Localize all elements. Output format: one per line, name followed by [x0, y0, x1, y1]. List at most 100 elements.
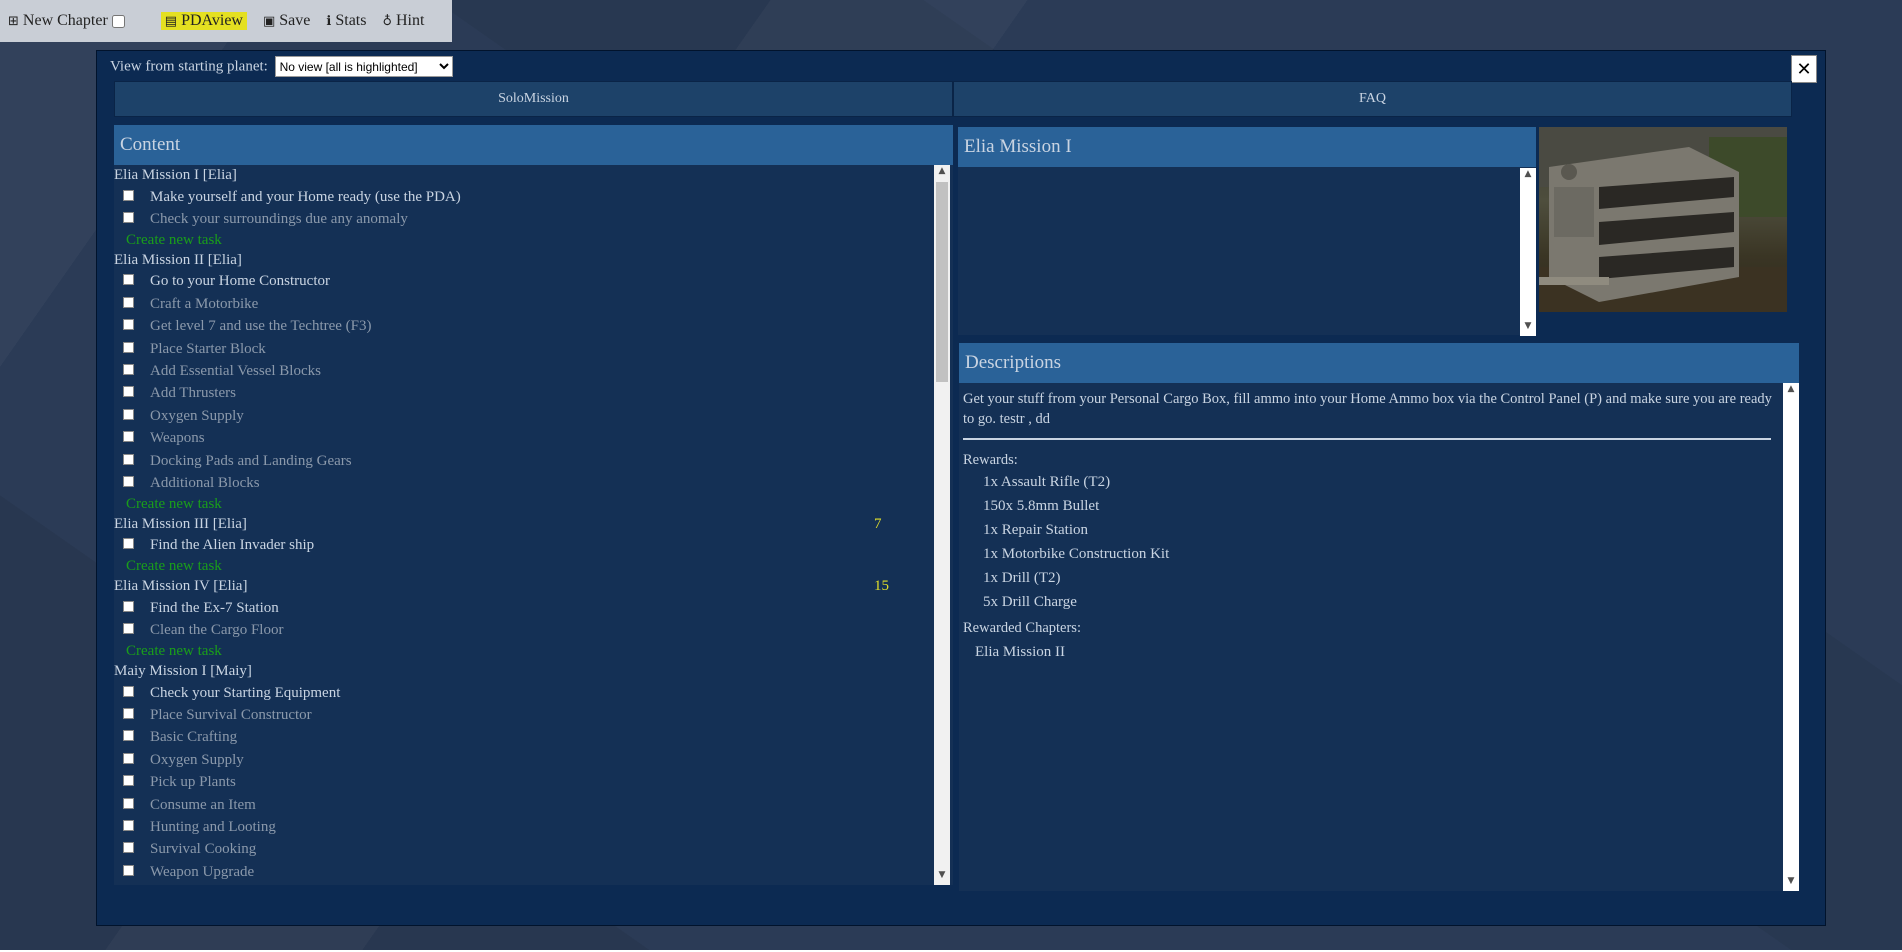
task-checkbox[interactable] — [123, 453, 134, 465]
task-item[interactable]: Add Essential Vessel Blocks — [114, 360, 934, 382]
create-new-task-link[interactable]: Create new task — [114, 231, 934, 250]
task-checkbox[interactable] — [123, 775, 134, 787]
descriptions-scrollbar[interactable]: ▲ ▼ — [1783, 383, 1799, 891]
scroll-up-icon[interactable]: ▲ — [1783, 384, 1799, 398]
task-checkbox[interactable] — [123, 341, 134, 353]
chapter-count — [874, 250, 934, 271]
task-item[interactable]: Add Thrusters — [114, 383, 934, 405]
create-new-task-link[interactable]: Create new task — [114, 495, 934, 514]
view-select[interactable]: No view [all is highlighted] — [274, 56, 453, 77]
save-button[interactable]: ▣ Save — [263, 12, 310, 30]
task-label: Place Survival Constructor — [150, 706, 312, 723]
scroll-thumb[interactable] — [936, 182, 948, 382]
task-label: Check your surroundings due any anomaly — [150, 211, 408, 228]
task-item[interactable]: Check your Starting Equipment — [114, 682, 934, 704]
task-item[interactable]: Hunting and Looting — [114, 816, 934, 838]
pdaview-button[interactable]: ▤ PDAview — [160, 12, 247, 30]
task-item[interactable]: Place Starter Block — [114, 338, 934, 360]
create-new-task-link[interactable]: Create new task — [114, 557, 934, 576]
task-item[interactable]: Oxygen Supply — [114, 749, 934, 771]
task-label: Find the Alien Invader ship — [150, 537, 315, 554]
task-checkbox[interactable] — [123, 386, 134, 398]
scroll-up-icon[interactable]: ▲ — [934, 166, 950, 180]
task-item[interactable]: Weapon Upgrade — [114, 861, 934, 883]
task-item[interactable]: Craft a Motorbike — [114, 293, 934, 315]
new-chapter-checkbox[interactable] — [111, 14, 125, 28]
task-item[interactable]: Survival Cooking — [114, 839, 934, 861]
scroll-down-icon[interactable]: ▼ — [1520, 321, 1536, 335]
task-checkbox[interactable] — [123, 319, 134, 331]
tree-scrollbar[interactable]: ▲ ▼ — [934, 165, 950, 885]
task-label: Survival Cooking — [150, 841, 257, 858]
rewarded-chapters-label: Rewarded Chapters: — [963, 620, 1081, 636]
task-checkbox[interactable] — [123, 408, 134, 420]
task-checkbox[interactable] — [123, 212, 134, 224]
task-item[interactable]: Find the Ex-7 Station — [114, 597, 934, 619]
new-chapter-button[interactable]: ⊞ New Chapter — [8, 12, 125, 30]
mission-scrollbar[interactable]: ▲ ▼ — [1520, 168, 1536, 336]
task-item[interactable]: Weapons — [114, 428, 934, 450]
plus-square-icon: ⊞ — [8, 13, 19, 29]
task-checkbox[interactable] — [123, 296, 134, 308]
task-checkbox[interactable] — [123, 752, 134, 764]
task-checkbox[interactable] — [123, 842, 134, 854]
chapter-name: Elia Mission I [Elia] — [114, 167, 237, 183]
task-checkbox[interactable] — [123, 797, 134, 809]
chapter-title[interactable]: Maiy Mission I [Maiy] — [114, 661, 934, 682]
task-item[interactable]: Consume an Item — [114, 794, 934, 816]
rewarded-chapter-item[interactable]: Elia Mission II — [963, 640, 1779, 664]
task-label: Make yourself and your Home ready (use t… — [150, 188, 461, 205]
task-label: Get level 7 and use the Techtree (F3) — [150, 318, 372, 335]
task-checkbox[interactable] — [123, 623, 134, 635]
reward-item: 1x Motorbike Construction Kit — [983, 546, 1170, 562]
task-checkbox[interactable] — [123, 364, 134, 376]
tab-solomission[interactable]: SoloMission — [114, 81, 953, 117]
close-button[interactable]: ✕ — [1791, 55, 1817, 83]
scroll-down-icon[interactable]: ▼ — [934, 870, 950, 884]
chapter-title[interactable]: Elia Mission IV [Elia] 15 — [114, 576, 934, 597]
task-item[interactable]: Find the Alien Invader ship — [114, 535, 934, 557]
task-label: Consume an Item — [150, 796, 256, 813]
content-header: Content — [114, 125, 953, 165]
task-label: Hunting and Looting — [150, 818, 276, 835]
scroll-up-icon[interactable]: ▲ — [1520, 169, 1536, 183]
task-label: Add Essential Vessel Blocks — [150, 363, 321, 380]
task-checkbox[interactable] — [123, 189, 134, 201]
task-checkbox[interactable] — [123, 864, 134, 876]
task-item[interactable]: Get level 7 and use the Techtree (F3) — [114, 316, 934, 338]
task-item[interactable]: Place Survival Constructor — [114, 704, 934, 726]
task-checkbox[interactable] — [123, 707, 134, 719]
task-item[interactable]: Make yourself and your Home ready (use t… — [114, 186, 934, 208]
task-item[interactable]: Clean the Cargo Floor — [114, 619, 934, 641]
task-item[interactable]: Oxygen Supply — [114, 405, 934, 427]
hint-button[interactable]: ♁ Hint — [382, 12, 424, 30]
task-checkbox[interactable] — [123, 600, 134, 612]
task-item[interactable]: Go to your Home Constructor — [114, 271, 934, 293]
tab-faq[interactable]: FAQ — [953, 81, 1792, 117]
task-checkbox[interactable] — [123, 730, 134, 742]
chapter-title[interactable]: Elia Mission III [Elia] 7 — [114, 514, 934, 535]
task-checkbox[interactable] — [123, 538, 134, 550]
stats-button[interactable]: ℹ Stats — [326, 12, 366, 30]
task-checkbox[interactable] — [123, 819, 134, 831]
pdaview-label: PDAview — [181, 12, 243, 29]
chapter-tree[interactable]: Elia Mission I [Elia] Make yourself and y… — [114, 165, 934, 885]
task-item[interactable]: Docking Pads and Landing Gears — [114, 450, 934, 472]
scroll-down-icon[interactable]: ▼ — [1783, 876, 1799, 890]
create-new-task-link[interactable]: Create new task — [114, 642, 934, 661]
task-item[interactable]: Check your surroundings due any anomaly — [114, 208, 934, 230]
task-label: Additional Blocks — [150, 474, 260, 491]
task-checkbox[interactable] — [123, 685, 134, 697]
task-checkbox[interactable] — [123, 274, 134, 286]
task-item[interactable]: Basic Crafting — [114, 727, 934, 749]
task-checkbox[interactable] — [123, 431, 134, 443]
task-label: Weapons — [150, 430, 205, 447]
chapter-title[interactable]: Elia Mission II [Elia] — [114, 250, 934, 271]
task-label: Weapon Upgrade — [150, 863, 255, 880]
task-item[interactable]: Pick up Plants — [114, 771, 934, 793]
task-checkbox[interactable] — [123, 475, 134, 487]
chapter-title[interactable]: Elia Mission I [Elia] — [114, 165, 934, 186]
stats-label: Stats — [335, 12, 367, 29]
task-item[interactable]: Additional Blocks — [114, 472, 934, 494]
mission-title: Elia Mission I — [958, 127, 1536, 167]
